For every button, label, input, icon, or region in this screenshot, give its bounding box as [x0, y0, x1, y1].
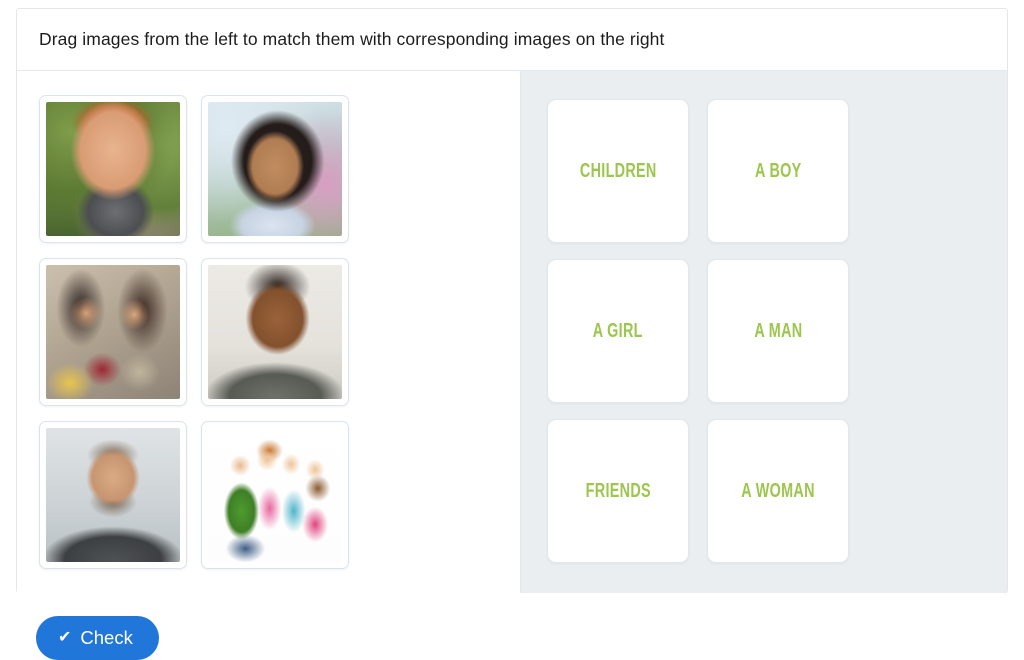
drop-targets-pane: CHILDREN A BOY A GIRL A MAN FRIENDS A WO… [521, 71, 1007, 593]
exercise-page: Drag images from the left to match them … [0, 0, 1024, 660]
drop-target-a-girl[interactable]: A GIRL [547, 259, 689, 403]
check-mark-icon: ✔ [58, 629, 72, 646]
draggable-image-girl[interactable] [201, 95, 349, 243]
exercise-card: Drag images from the left to match them … [16, 8, 1008, 593]
exercise-footer: ✔ Check [36, 616, 159, 660]
drop-target-a-boy[interactable]: A BOY [707, 99, 849, 243]
girl-with-dark-curly-hair-photo [208, 102, 342, 236]
drop-targets-grid: CHILDREN A BOY A GIRL A MAN FRIENDS A WO… [547, 99, 851, 563]
drop-target-label: A BOY [754, 159, 802, 182]
draggable-image-children[interactable] [201, 421, 349, 569]
check-button-label: Check [80, 627, 133, 648]
exercise-instruction-title: Drag images from the left to match them … [39, 29, 665, 50]
source-images-pane [17, 71, 521, 593]
drop-target-label: FRIENDS [585, 479, 651, 502]
check-button[interactable]: ✔ Check [36, 616, 159, 660]
draggable-image-friends[interactable] [39, 258, 187, 406]
boy-with-red-hair-photo [46, 102, 180, 236]
exercise-body: CHILDREN A BOY A GIRL A MAN FRIENDS A WO… [17, 71, 1007, 593]
drop-target-label: A WOMAN [741, 479, 815, 502]
two-young-women-with-phones-photo [46, 265, 180, 399]
drop-target-children[interactable]: CHILDREN [547, 99, 689, 243]
draggable-images-grid [39, 95, 359, 569]
drop-target-label: A MAN [753, 319, 803, 342]
draggable-image-man[interactable] [39, 421, 187, 569]
drop-target-label: A GIRL [593, 319, 643, 342]
exercise-header: Drag images from the left to match them … [17, 9, 1007, 71]
four-laughing-children-photo [208, 428, 342, 562]
drop-target-a-woman[interactable]: A WOMAN [707, 419, 849, 563]
drop-target-a-man[interactable]: A MAN [707, 259, 849, 403]
drop-target-friends[interactable]: FRIENDS [547, 419, 689, 563]
drop-target-label: CHILDREN [579, 159, 657, 182]
smiling-woman-photo [208, 265, 342, 399]
draggable-image-boy[interactable] [39, 95, 187, 243]
draggable-image-woman[interactable] [201, 258, 349, 406]
bearded-man-at-beach-photo [46, 428, 180, 562]
